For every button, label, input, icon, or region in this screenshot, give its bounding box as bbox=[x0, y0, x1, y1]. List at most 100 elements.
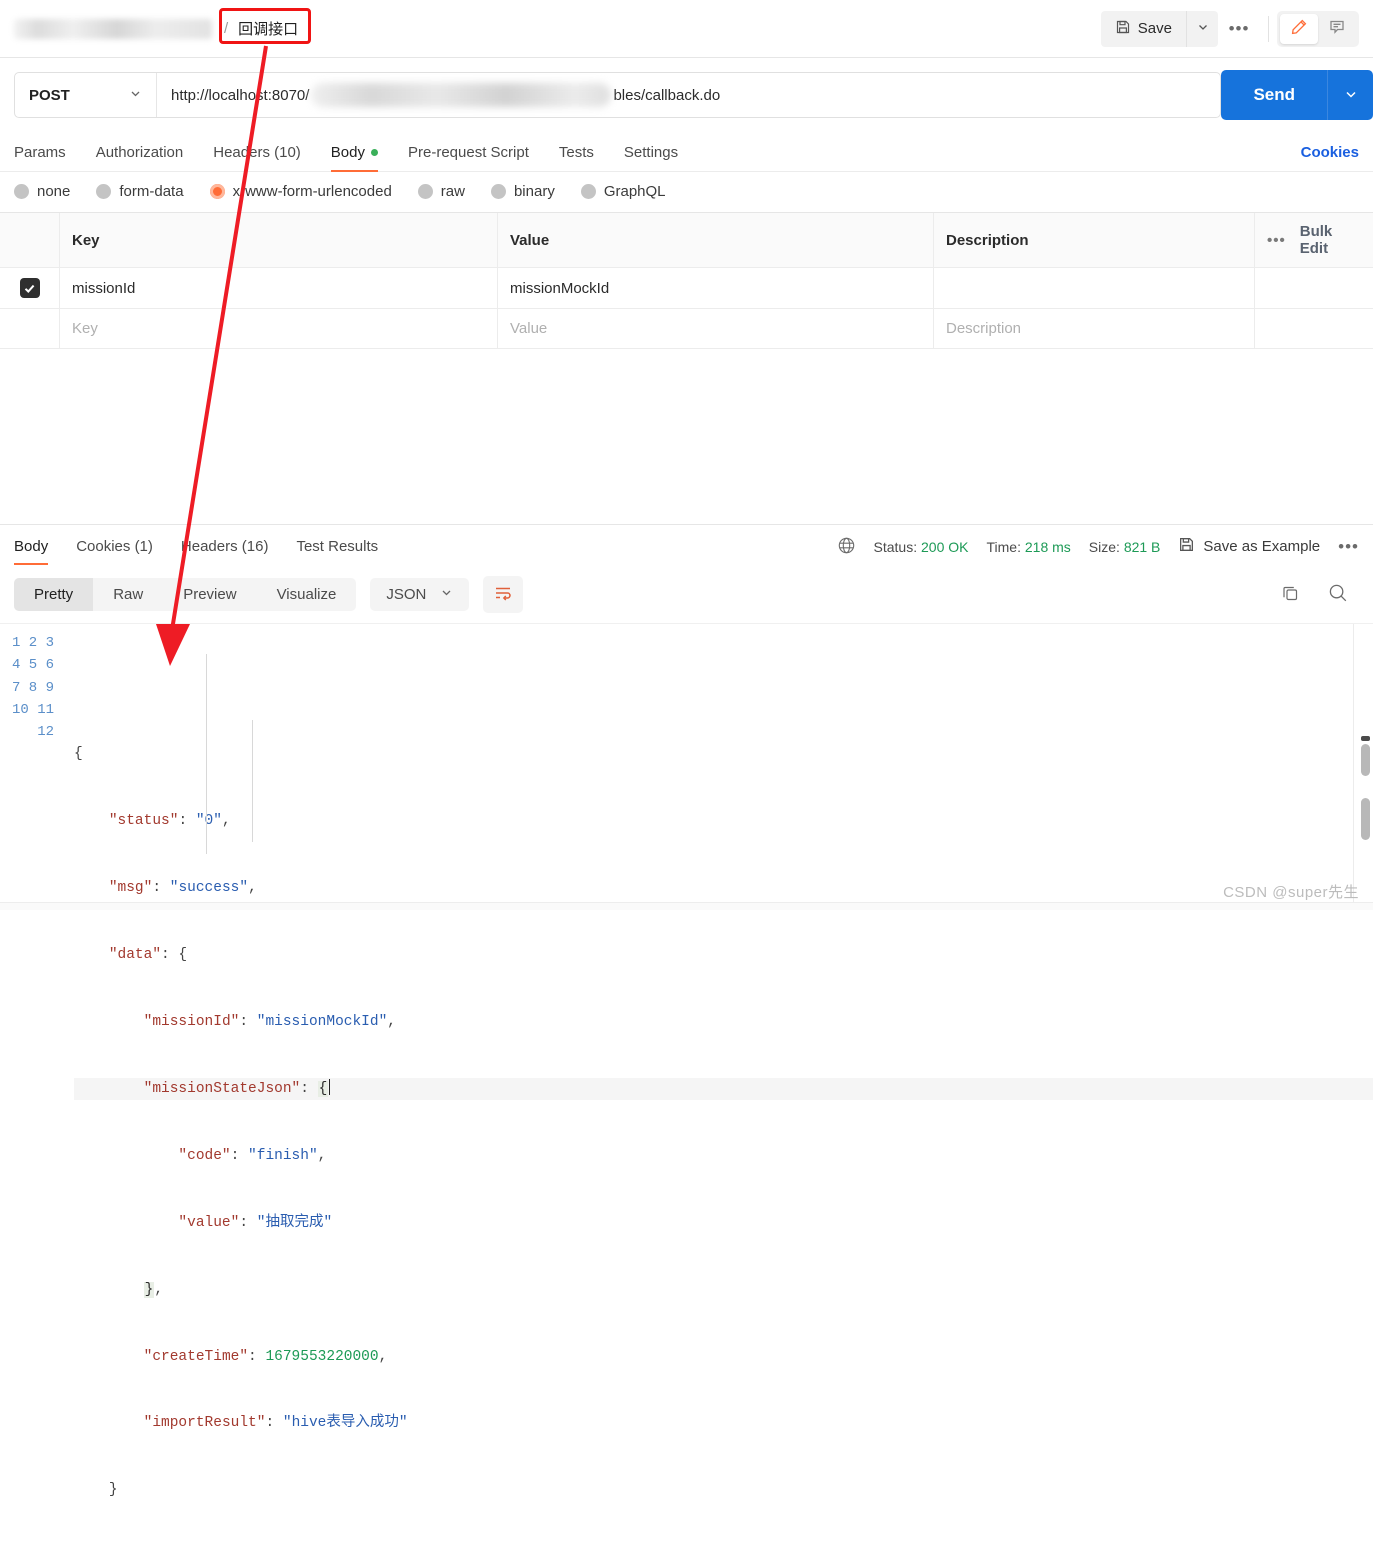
tab-tests[interactable]: Tests bbox=[559, 132, 594, 172]
checkbox-checked-icon[interactable] bbox=[19, 278, 40, 298]
method-and-url: POST http://localhost:8070/bles/callback… bbox=[14, 72, 1222, 118]
chevron-down-icon bbox=[440, 586, 453, 603]
body-type-none[interactable]: none bbox=[14, 183, 70, 200]
value-importResult: hive表导入成功 bbox=[291, 1415, 399, 1432]
line-number: 4 bbox=[11, 657, 21, 674]
bulk-edit-button[interactable]: Bulk Edit bbox=[1300, 223, 1361, 257]
tab-label: Tests bbox=[558, 144, 594, 161]
url-input[interactable]: http://localhost:8070/bles/callback.do bbox=[157, 73, 1220, 117]
scrollbar-thumb[interactable] bbox=[1361, 744, 1370, 776]
body-modified-dot-icon bbox=[371, 149, 378, 156]
value-createTime: 1679553220000 bbox=[265, 1348, 379, 1365]
request-body-empty-area bbox=[0, 349, 1373, 524]
copy-icon[interactable] bbox=[1280, 583, 1301, 607]
cookies-link[interactable]: Cookies bbox=[1301, 132, 1359, 171]
http-method-label: POST bbox=[29, 86, 70, 104]
status-label: Status: bbox=[873, 538, 918, 555]
response-more-button[interactable]: ••• bbox=[1338, 537, 1359, 557]
placeholder-value-input[interactable]: Value bbox=[498, 309, 934, 348]
line-number: 5 bbox=[28, 657, 38, 674]
row-key[interactable]: missionId bbox=[60, 268, 498, 308]
body-type-label: form-data bbox=[119, 183, 184, 200]
workspace-name-masked[interactable] bbox=[14, 18, 212, 39]
top-toolbar: Save ••• bbox=[1100, 10, 1359, 47]
placeholder-checkbox-cell[interactable] bbox=[0, 309, 60, 348]
response-tabs-bar: Body Cookies (1) Headers (16) Test Resul… bbox=[0, 524, 1373, 568]
top-breadcrumb-bar: / 回调接口 Save ••• bbox=[0, 0, 1373, 58]
view-mode-visualize[interactable]: Visualize bbox=[257, 578, 357, 611]
header-description: Description bbox=[934, 213, 1255, 267]
value-value: 抽取完成 bbox=[265, 1214, 324, 1231]
response-tab-test-results[interactable]: Test Results bbox=[296, 525, 378, 569]
line-number: 9 bbox=[45, 679, 54, 696]
view-mode-raw[interactable]: Raw bbox=[93, 578, 163, 611]
tab-settings[interactable]: Settings bbox=[624, 132, 678, 172]
table-placeholder-row[interactable]: Key Value Description bbox=[0, 309, 1373, 349]
tab-pre-request-script[interactable]: Pre-request Script bbox=[408, 132, 529, 172]
globe-icon bbox=[837, 536, 856, 558]
view-mode-pretty[interactable]: Pretty bbox=[14, 578, 94, 611]
code-line-2: "status": "0", bbox=[108, 813, 231, 830]
request-name[interactable]: 回调接口 bbox=[234, 16, 302, 41]
value-msg: success bbox=[178, 880, 240, 897]
body-type-label: raw bbox=[440, 183, 465, 200]
send-dropdown-button[interactable] bbox=[1327, 70, 1373, 120]
code-line-5: "missionId": "missionMockId", bbox=[143, 1014, 396, 1031]
json-code[interactable]: { "status": "0", "msg": "success", "data… bbox=[66, 624, 1373, 1498]
body-type-form-data[interactable]: form-data bbox=[96, 183, 184, 200]
response-format-select[interactable]: JSON bbox=[370, 578, 470, 611]
save-as-example-label: Save as Example bbox=[1203, 538, 1321, 555]
body-type-label: x-www-form-urlencoded bbox=[232, 183, 392, 200]
comment-button[interactable] bbox=[1318, 14, 1356, 44]
response-tab-body[interactable]: Body bbox=[14, 525, 49, 569]
save-button[interactable]: Save bbox=[1100, 10, 1186, 47]
line-number: 12 bbox=[37, 724, 54, 741]
row-checkbox-cell[interactable] bbox=[0, 268, 60, 308]
body-type-binary[interactable]: binary bbox=[490, 183, 555, 200]
body-type-raw[interactable]: raw bbox=[417, 183, 465, 200]
edit-pencil-button[interactable] bbox=[1280, 13, 1318, 44]
tab-params[interactable]: Params bbox=[14, 132, 66, 172]
header-value: Value bbox=[498, 213, 934, 267]
toolbar-divider bbox=[1268, 15, 1269, 42]
response-body-viewer[interactable]: 1 2 3 4 5 6 7 8 9 10 11 12 { "status": "… bbox=[0, 623, 1373, 1498]
body-type-graphql[interactable]: GraphQL bbox=[580, 183, 666, 200]
body-type-x-www-form-urlencoded[interactable]: x-www-form-urlencoded bbox=[209, 183, 392, 200]
more-actions-button[interactable]: ••• bbox=[1218, 11, 1260, 47]
row-description[interactable] bbox=[934, 268, 1255, 308]
placeholder-key-input[interactable]: Key bbox=[60, 309, 498, 348]
search-icon[interactable] bbox=[1327, 582, 1349, 607]
line-number: 6 bbox=[45, 657, 54, 674]
save-dropdown-button[interactable] bbox=[1186, 10, 1218, 47]
save-button-label: Save bbox=[1137, 20, 1172, 37]
time-value: 218 ms bbox=[1024, 538, 1071, 555]
line-number: 2 bbox=[28, 635, 38, 651]
tab-headers[interactable]: Headers (10) bbox=[213, 132, 301, 172]
indent-guide bbox=[252, 720, 253, 842]
size-label: Size: bbox=[1088, 538, 1120, 555]
table-row[interactable]: missionId missionMockId bbox=[0, 268, 1373, 309]
tab-authorization[interactable]: Authorization bbox=[96, 132, 184, 172]
header-key: Key bbox=[60, 213, 498, 267]
response-tab-cookies[interactable]: Cookies (1) bbox=[76, 525, 153, 569]
wrap-lines-button[interactable] bbox=[483, 576, 524, 613]
table-header-row: Key Value Description ••• Bulk Edit bbox=[0, 213, 1373, 268]
save-button-group: Save bbox=[1100, 10, 1218, 47]
tab-label: Params bbox=[14, 144, 66, 161]
status-value: 200 OK bbox=[921, 538, 969, 555]
response-meta: Status: 200 OK Time: 218 ms Size: 821 B … bbox=[837, 536, 1359, 558]
response-scrollbar-track[interactable] bbox=[1353, 624, 1373, 906]
send-button[interactable]: Send bbox=[1221, 70, 1327, 120]
row-value[interactable]: missionMockId bbox=[498, 268, 934, 308]
chevron-down-icon bbox=[1344, 87, 1358, 104]
view-mode-preview[interactable]: Preview bbox=[163, 578, 256, 611]
scrollbar-thumb-secondary[interactable] bbox=[1361, 798, 1370, 840]
save-as-example-button[interactable]: Save as Example bbox=[1178, 536, 1320, 557]
table-more-icon[interactable]: ••• bbox=[1267, 232, 1286, 249]
response-tab-headers[interactable]: Headers (16) bbox=[181, 525, 269, 569]
line-number: 3 bbox=[45, 635, 54, 651]
tab-body[interactable]: Body bbox=[330, 132, 379, 172]
http-method-select[interactable]: POST bbox=[15, 73, 157, 117]
response-view-mode-group: Pretty Raw Preview Visualize bbox=[14, 578, 357, 611]
placeholder-description-input[interactable]: Description bbox=[934, 309, 1255, 348]
